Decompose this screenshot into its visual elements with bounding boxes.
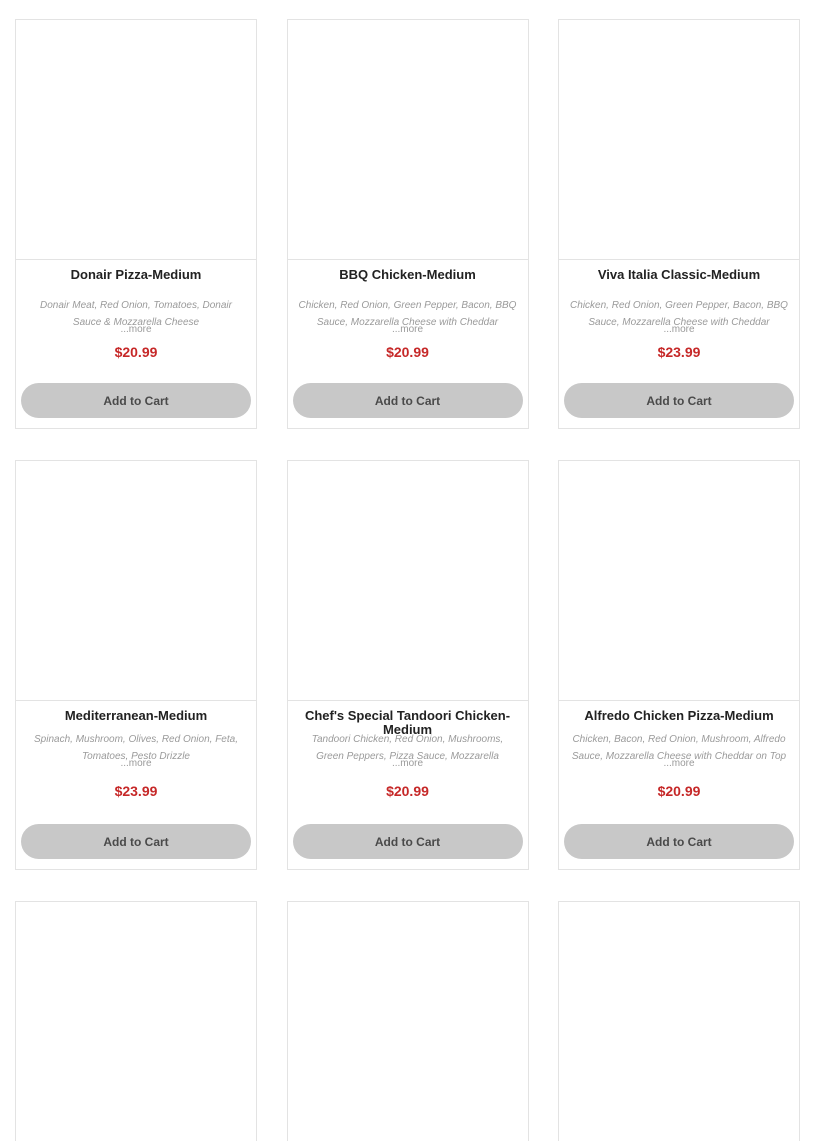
product-image[interactable]: [287, 20, 528, 260]
product-title[interactable]: Donair Pizza-Medium: [22, 268, 250, 282]
product-grid: Donair Pizza-Medium Donair Meat, Red Oni…: [15, 19, 800, 1142]
product-card: BBQ Chicken-Medium Chicken, Red Onion, G…: [286, 19, 529, 429]
product-image[interactable]: [559, 461, 799, 701]
product-price: $20.99: [386, 783, 429, 799]
product-image[interactable]: [16, 20, 256, 260]
product-card: Mediterranean-Medium Spinach, Mushroom, …: [15, 460, 257, 870]
product-title[interactable]: Alfredo Chicken Pizza-Medium: [565, 709, 793, 723]
product-price: $20.99: [386, 344, 429, 360]
add-to-cart-button[interactable]: Add to Cart: [292, 383, 523, 418]
product-image[interactable]: [287, 902, 528, 1142]
product-image[interactable]: [559, 20, 799, 260]
product-price: $20.99: [657, 783, 701, 799]
product-image[interactable]: [287, 461, 528, 701]
product-card: Donair Pizza-Medium Donair Meat, Red Oni…: [15, 19, 257, 429]
product-card: [286, 901, 529, 1142]
add-to-cart-button[interactable]: Add to Cart: [564, 824, 794, 859]
product-card: Alfredo Chicken Pizza-Medium Chicken, Ba…: [558, 460, 800, 870]
add-to-cart-button[interactable]: Add to Cart: [564, 383, 794, 418]
product-image[interactable]: [16, 902, 256, 1142]
add-to-cart-button[interactable]: Add to Cart: [21, 824, 251, 859]
product-card: Chef's Special Tandoori Chicken-Medium T…: [286, 460, 529, 870]
product-image[interactable]: [16, 461, 256, 701]
more-link[interactable]: ...more: [26, 325, 246, 335]
product-price: $20.99: [114, 344, 158, 360]
add-to-cart-button[interactable]: Add to Cart: [21, 383, 251, 418]
more-link[interactable]: ...more: [26, 759, 246, 769]
product-title[interactable]: Mediterranean-Medium: [22, 709, 250, 723]
product-title[interactable]: BBQ Chicken-Medium: [294, 268, 522, 282]
product-card: [558, 901, 800, 1142]
product-card: [15, 901, 257, 1142]
product-price: $23.99: [657, 344, 701, 360]
add-to-cart-button[interactable]: Add to Cart: [292, 824, 523, 859]
product-price: $23.99: [114, 783, 158, 799]
product-card: Viva Italia Classic-Medium Chicken, Red …: [558, 19, 800, 429]
product-title[interactable]: Viva Italia Classic-Medium: [565, 268, 793, 282]
product-image[interactable]: [559, 902, 799, 1142]
